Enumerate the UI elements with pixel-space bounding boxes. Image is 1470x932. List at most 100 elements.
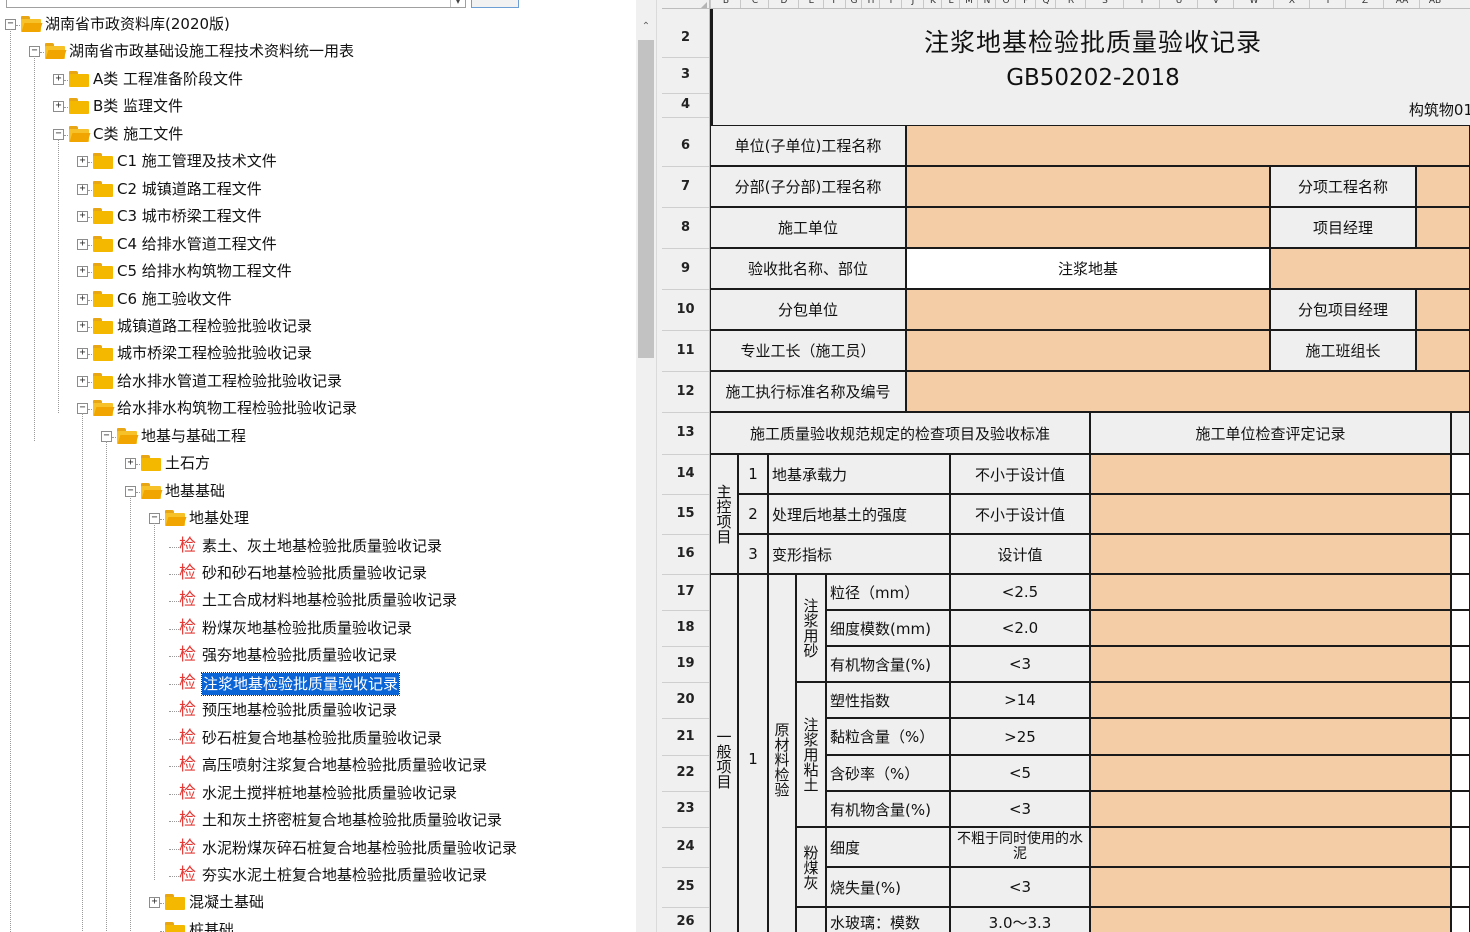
- tree-item[interactable]: 桩基础: [0, 917, 636, 932]
- main-item-record[interactable]: [1090, 534, 1451, 574]
- tree-item[interactable]: + 混凝土基础: [0, 889, 636, 916]
- row-header[interactable]: 14: [662, 454, 709, 495]
- column-header[interactable]: L: [941, 0, 960, 8]
- sub-contractor-input[interactable]: [906, 289, 1270, 330]
- row-header[interactable]: 3: [662, 57, 709, 94]
- contractor-input[interactable]: [906, 207, 1270, 248]
- column-header[interactable]: V: [1197, 0, 1234, 8]
- row-header[interactable]: 24: [662, 827, 709, 868]
- tree-item[interactable]: − 湖南省市政基础设施工程技术资料统一用表: [0, 38, 636, 65]
- column-header[interactable]: P: [1015, 0, 1036, 8]
- tree-scrollbar[interactable]: ⌃: [636, 0, 656, 932]
- tree-item[interactable]: 检土和灰土挤密桩复合地基检验批质量验收记录: [0, 807, 636, 834]
- row-header[interactable]: 10: [662, 289, 709, 331]
- general-item-record[interactable]: [1090, 867, 1451, 907]
- general-item-record[interactable]: [1090, 718, 1451, 755]
- row-header[interactable]: 13: [662, 412, 709, 455]
- pm-input[interactable]: [1416, 207, 1470, 248]
- row-header[interactable]: 17: [662, 574, 709, 611]
- column-header[interactable]: Y: [1309, 0, 1346, 8]
- column-header[interactable]: Z: [1345, 0, 1384, 8]
- general-item-record[interactable]: [1090, 791, 1451, 827]
- row-header[interactable]: 8: [662, 207, 709, 249]
- column-header[interactable]: B: [710, 0, 741, 8]
- column-header[interactable]: AA: [1383, 0, 1420, 8]
- column-header[interactable]: S: [1085, 0, 1124, 8]
- row-header[interactable]: 22: [662, 755, 709, 792]
- row-header[interactable]: 23: [662, 791, 709, 828]
- general-item-record[interactable]: [1090, 646, 1451, 682]
- column-header[interactable]: N: [977, 0, 996, 8]
- unit-name-input[interactable]: [906, 125, 1470, 166]
- row-header[interactable]: 16: [662, 534, 709, 575]
- std-name-input[interactable]: [906, 371, 1470, 412]
- tree-item[interactable]: + 给水排水管道工程检验批验收记录: [0, 368, 636, 395]
- column-header[interactable]: H: [861, 0, 880, 8]
- expand-icon[interactable]: +: [77, 375, 88, 387]
- tree-item[interactable]: − 给水排水构筑物工程检验批验收记录: [0, 395, 636, 422]
- expand-icon[interactable]: +: [77, 266, 88, 278]
- column-header[interactable]: X: [1273, 0, 1310, 8]
- expand-icon[interactable]: +: [53, 73, 64, 85]
- general-item-record[interactable]: [1090, 682, 1451, 718]
- row-header[interactable]: 2: [662, 19, 709, 58]
- column-header[interactable]: F: [823, 0, 846, 8]
- scroll-up-icon[interactable]: ⌃: [636, 18, 656, 36]
- row-header[interactable]: 15: [662, 494, 709, 535]
- batch-value[interactable]: 注浆地基: [906, 248, 1270, 289]
- column-header[interactable]: AB: [1419, 0, 1450, 8]
- column-header[interactable]: E: [798, 0, 824, 8]
- row-header[interactable]: 19: [662, 646, 709, 683]
- tree-item[interactable]: 检预压地基检验批质量验收记录: [0, 697, 636, 724]
- expand-icon[interactable]: +: [77, 211, 88, 223]
- tree-search-button[interactable]: [471, 0, 519, 8]
- row-header[interactable]: 25: [662, 867, 709, 908]
- column-header[interactable]: C: [740, 0, 769, 8]
- tree-item[interactable]: + B类 监理文件: [0, 93, 636, 120]
- column-header[interactable]: O: [995, 0, 1016, 8]
- column-header[interactable]: Q: [1035, 0, 1056, 8]
- foreman-input[interactable]: [906, 330, 1270, 371]
- expand-icon[interactable]: +: [77, 320, 88, 332]
- tree-item[interactable]: − 湖南省市政资料库(2020版): [0, 11, 636, 38]
- row-header[interactable]: 26: [662, 907, 709, 932]
- team-leader-input[interactable]: [1416, 330, 1470, 371]
- batch-extra-input[interactable]: [1270, 248, 1470, 289]
- column-header[interactable]: K: [923, 0, 942, 8]
- tree-item[interactable]: 检注浆地基检验批质量验收记录: [0, 670, 636, 697]
- tree-item[interactable]: + 城市桥梁工程检验批验收记录: [0, 340, 636, 367]
- tree-item[interactable]: + C4 给排水管道工程文件: [0, 231, 636, 258]
- general-item-record[interactable]: [1090, 755, 1451, 791]
- tree-item[interactable]: + C5 给排水构筑物工程文件: [0, 258, 636, 285]
- tree-item[interactable]: 检砂和砂石地基检验批质量验收记录: [0, 560, 636, 587]
- tree-item[interactable]: 检夯实水泥土桩复合地基检验批质量验收记录: [0, 862, 636, 889]
- column-header[interactable]: U: [1159, 0, 1198, 8]
- select-all-corner[interactable]: [662, 0, 710, 8]
- row-header[interactable]: 9: [662, 248, 709, 290]
- row-header[interactable]: 7: [662, 166, 709, 208]
- item-name-input[interactable]: [1416, 166, 1470, 207]
- tree-item[interactable]: 检粉煤灰地基检验批质量验收记录: [0, 615, 636, 642]
- row-header[interactable]: 4: [662, 93, 709, 118]
- tree-item[interactable]: + C6 施工验收文件: [0, 286, 636, 313]
- expand-icon[interactable]: +: [149, 897, 160, 909]
- tree-item[interactable]: 检素土、灰土地基检验批质量验收记录: [0, 533, 636, 560]
- general-item-record[interactable]: [1090, 610, 1451, 646]
- general-item-record[interactable]: [1090, 574, 1451, 610]
- general-item-record[interactable]: [1090, 827, 1451, 867]
- row-header[interactable]: 12: [662, 371, 709, 413]
- tree-item[interactable]: + C3 城市桥梁工程文件: [0, 203, 636, 230]
- tree-item[interactable]: 检水泥土搅拌桩地基检验批质量验收记录: [0, 780, 636, 807]
- main-item-record[interactable]: [1090, 494, 1451, 534]
- row-header[interactable]: 18: [662, 610, 709, 647]
- column-header[interactable]: D: [768, 0, 799, 8]
- general-item-record[interactable]: [1090, 907, 1451, 932]
- main-item-record[interactable]: [1090, 454, 1451, 494]
- tree-item[interactable]: − 地基处理: [0, 505, 636, 532]
- tree-item[interactable]: 检强夯地基检验批质量验收记录: [0, 642, 636, 669]
- row-header[interactable]: 6: [662, 125, 709, 167]
- column-header[interactable]: G: [845, 0, 862, 8]
- expand-icon[interactable]: +: [77, 293, 88, 305]
- column-header[interactable]: R: [1055, 0, 1086, 8]
- tree-item[interactable]: − 地基基础: [0, 478, 636, 505]
